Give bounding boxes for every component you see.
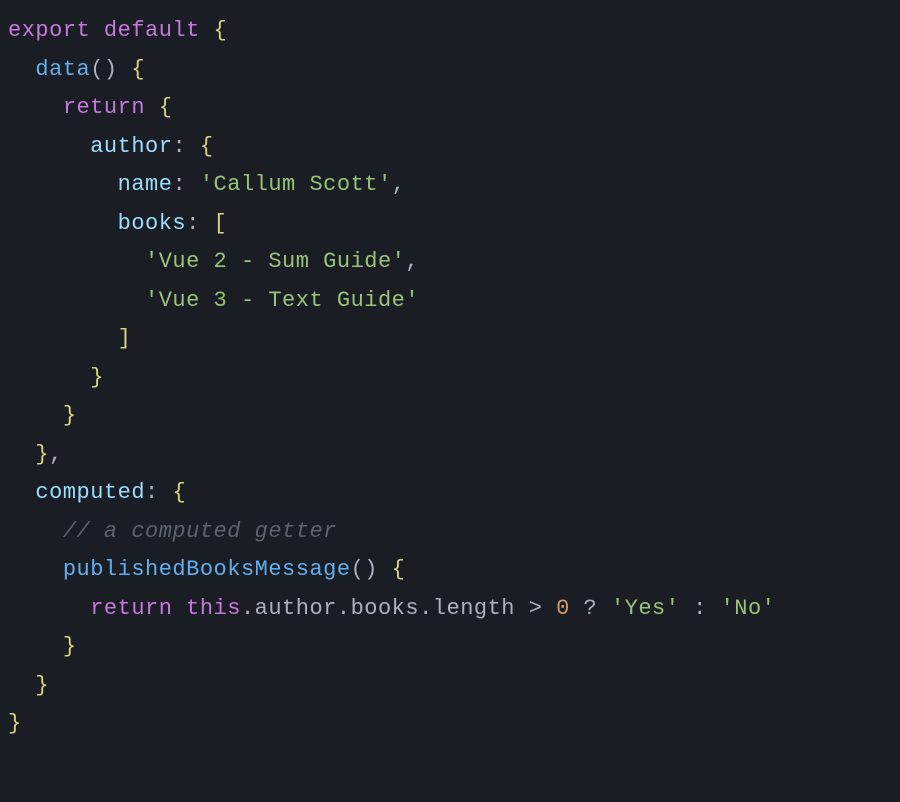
property-access: length	[433, 596, 515, 621]
bracket: [	[214, 211, 228, 236]
space	[90, 18, 104, 43]
indent	[8, 134, 90, 159]
brace: {	[200, 18, 227, 43]
code-line: return this.author.books.length > 0 ? 'Y…	[8, 590, 892, 629]
brace: {	[172, 480, 186, 505]
dot: .	[241, 596, 255, 621]
code-line: name: 'Callum Scott',	[8, 166, 892, 205]
dot: .	[419, 596, 433, 621]
property-access: books	[351, 596, 420, 621]
indent	[8, 249, 145, 274]
brace: {	[378, 557, 405, 582]
code-line: return {	[8, 89, 892, 128]
indent	[8, 95, 63, 120]
colon: :	[145, 480, 172, 505]
indent	[8, 403, 63, 428]
indent	[8, 365, 90, 390]
brace: }	[63, 634, 77, 659]
operator-colon: :	[679, 596, 720, 621]
property-access: author	[255, 596, 337, 621]
code-line: }	[8, 397, 892, 436]
keyword-default: default	[104, 18, 200, 43]
indent	[8, 326, 118, 351]
property-key: name	[118, 172, 173, 197]
keyword-return: return	[63, 95, 145, 120]
indent	[8, 634, 63, 659]
comment: // a computed getter	[63, 519, 337, 544]
code-line: },	[8, 436, 892, 475]
code-line: }	[8, 359, 892, 398]
string-literal: 'Yes'	[611, 596, 680, 621]
code-line: export default {	[8, 12, 892, 51]
number-literal: 0	[556, 596, 570, 621]
brace: }	[35, 673, 49, 698]
colon: :	[172, 172, 199, 197]
colon: :	[186, 211, 213, 236]
parens: ()	[351, 557, 378, 582]
indent	[8, 172, 118, 197]
string-literal: 'Vue 3 - Text Guide'	[145, 288, 419, 313]
code-line: books: [	[8, 205, 892, 244]
bracket: ]	[118, 326, 132, 351]
indent	[8, 57, 35, 82]
keyword-export: export	[8, 18, 90, 43]
code-line: // a computed getter	[8, 513, 892, 552]
indent	[8, 480, 35, 505]
indent	[8, 211, 118, 236]
method-name: data	[35, 57, 90, 82]
comma: ,	[49, 442, 63, 467]
string-literal: 'No'	[721, 596, 776, 621]
indent	[8, 673, 35, 698]
code-line: 'Vue 2 - Sum Guide',	[8, 243, 892, 282]
brace: {	[200, 134, 214, 159]
brace: }	[8, 711, 22, 736]
indent	[8, 519, 63, 544]
keyword-this: this	[186, 596, 241, 621]
code-line: computed: {	[8, 474, 892, 513]
comma: ,	[405, 249, 419, 274]
code-line: }	[8, 628, 892, 667]
colon: :	[172, 134, 199, 159]
brace: }	[63, 403, 77, 428]
code-line: author: {	[8, 128, 892, 167]
property-key: computed	[35, 480, 145, 505]
code-editor[interactable]: export default { data() { return { autho…	[8, 12, 892, 744]
code-line: 'Vue 3 - Text Guide'	[8, 282, 892, 321]
space	[172, 596, 186, 621]
operator-gt: >	[515, 596, 556, 621]
brace: }	[35, 442, 49, 467]
parens: ()	[90, 57, 117, 82]
code-line: publishedBooksMessage() {	[8, 551, 892, 590]
code-line: }	[8, 705, 892, 744]
dot: .	[337, 596, 351, 621]
code-line: ]	[8, 320, 892, 359]
indent	[8, 557, 63, 582]
string-literal: 'Vue 2 - Sum Guide'	[145, 249, 405, 274]
property-key: author	[90, 134, 172, 159]
property-key: books	[118, 211, 187, 236]
code-line: }	[8, 667, 892, 706]
string-literal: 'Callum Scott'	[200, 172, 392, 197]
indent	[8, 596, 90, 621]
brace: {	[145, 95, 172, 120]
indent	[8, 288, 145, 313]
code-line: data() {	[8, 51, 892, 90]
indent	[8, 442, 35, 467]
keyword-return: return	[90, 596, 172, 621]
brace: }	[90, 365, 104, 390]
method-name: publishedBooksMessage	[63, 557, 351, 582]
comma: ,	[392, 172, 406, 197]
operator-ternary: ?	[570, 596, 611, 621]
brace: {	[118, 57, 145, 82]
